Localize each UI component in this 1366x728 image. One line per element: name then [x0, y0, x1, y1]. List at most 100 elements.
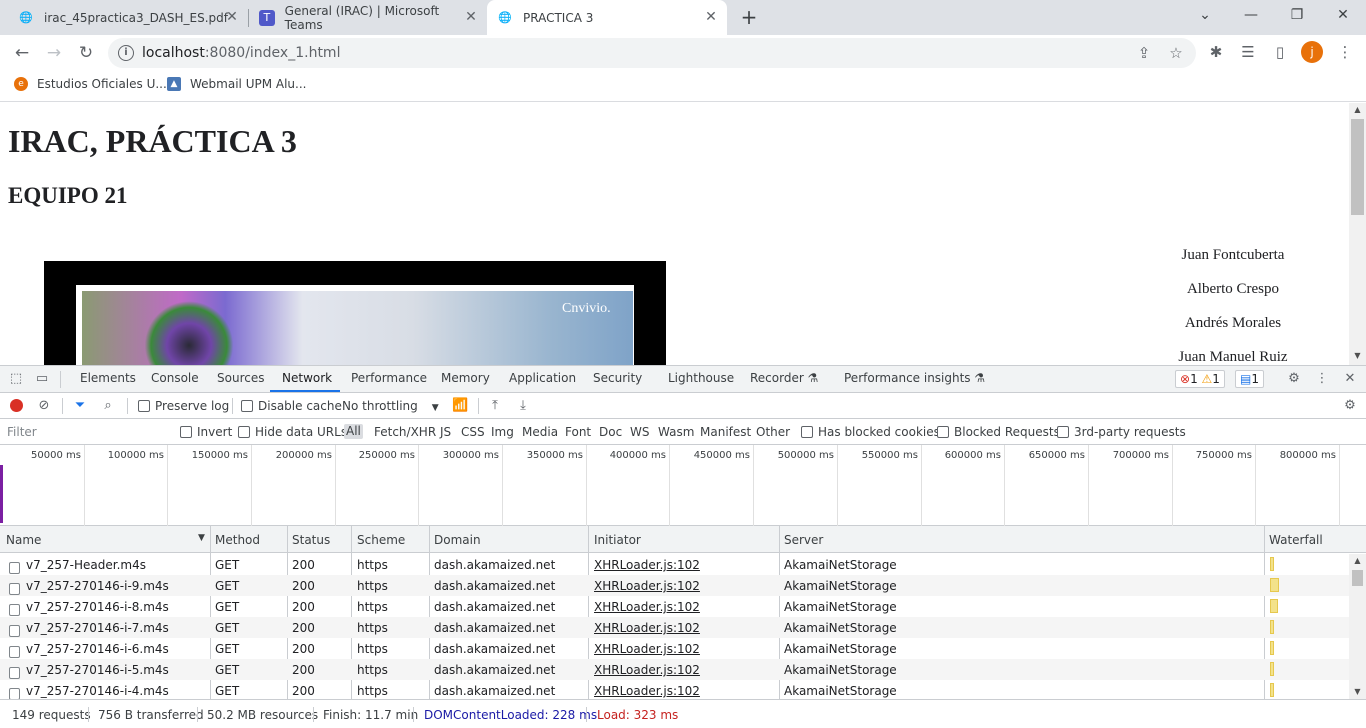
table-row[interactable]: v7_257-270146-i-5.m4s GET 200 https dash.aka…: [0, 659, 1349, 680]
disable-cache-checkbox[interactable]: Disable cache: [241, 399, 342, 413]
scroll-up-icon[interactable]: ▲: [1349, 554, 1366, 568]
scrollbar-thumb[interactable]: [1352, 570, 1363, 586]
column-domain[interactable]: Domain: [434, 533, 481, 547]
browser-tab-teams[interactable]: T General (IRAC) | Microsoft Teams ✕: [249, 0, 487, 35]
cell-initiator[interactable]: XHRLoader.js:102: [594, 600, 700, 614]
column-status[interactable]: Status: [292, 533, 330, 547]
filter-type-font[interactable]: Font: [565, 425, 591, 439]
tab-memory[interactable]: Memory: [441, 371, 490, 385]
tab-application[interactable]: Application: [509, 371, 576, 385]
share-icon[interactable]: ⇪: [1134, 43, 1154, 63]
tab-lighthouse[interactable]: Lighthouse: [668, 371, 734, 385]
filter-type-img[interactable]: Img: [491, 425, 514, 439]
scroll-down-icon[interactable]: ▼: [1349, 685, 1366, 699]
table-row[interactable]: v7_257-270146-i-4.m4s GET 200 https dash.aka…: [0, 680, 1349, 699]
network-settings-gear-icon[interactable]: ⚙: [1342, 398, 1358, 414]
export-har-icon[interactable]: ⤓: [515, 398, 531, 414]
star-icon[interactable]: ☆: [1166, 43, 1186, 63]
clear-icon[interactable]: ⊘: [36, 398, 52, 414]
table-row[interactable]: v7_257-270146-i-7.m4s GET 200 https dash.aka…: [0, 617, 1349, 638]
scroll-up-icon[interactable]: ▲: [1349, 103, 1366, 117]
filter-type-wasm[interactable]: Wasm: [658, 425, 694, 439]
messages-badge[interactable]: ▤1: [1235, 370, 1264, 388]
has-blocked-cookies-checkbox[interactable]: Has blocked cookies: [801, 425, 940, 439]
column-initiator[interactable]: Initiator: [594, 533, 641, 547]
info-icon[interactable]: i: [118, 45, 134, 61]
tab-performance[interactable]: Performance: [351, 371, 427, 385]
filter-icon[interactable]: ⏷: [72, 398, 88, 414]
restore-icon[interactable]: ❐: [1274, 0, 1320, 30]
minimize-icon[interactable]: —: [1228, 0, 1274, 30]
extensions-icon[interactable]: ✱: [1205, 41, 1227, 63]
settings-gear-icon[interactable]: ⚙: [1286, 371, 1302, 387]
third-party-requests-checkbox[interactable]: 3rd-party requests: [1057, 425, 1186, 439]
menu-icon[interactable]: ⋮: [1334, 41, 1356, 63]
more-options-icon[interactable]: ⋮: [1314, 371, 1330, 387]
page-scrollbar[interactable]: ▲ ▼: [1349, 103, 1366, 365]
column-waterfall[interactable]: Waterfall: [1269, 533, 1323, 547]
video-player[interactable]: Cnvivio.: [44, 261, 666, 365]
address-bar[interactable]: i localhost:8080/index_1.html ⇪ ☆: [108, 38, 1196, 68]
close-devtools-icon[interactable]: ✕: [1342, 371, 1358, 387]
network-overview[interactable]: 50000 ms 100000 ms 150000 ms 200000 ms 25000…: [0, 445, 1366, 526]
cell-initiator[interactable]: XHRLoader.js:102: [594, 684, 700, 698]
preserve-log-checkbox[interactable]: Preserve log: [138, 399, 229, 413]
avatar[interactable]: j: [1301, 41, 1323, 63]
reload-icon[interactable]: ↻: [74, 41, 98, 65]
back-icon[interactable]: ←: [10, 41, 34, 65]
table-row[interactable]: v7_257-270146-i-6.m4s GET 200 https dash.aka…: [0, 638, 1349, 659]
filter-type-all[interactable]: All: [344, 424, 363, 439]
side-panel-icon[interactable]: ▯: [1269, 41, 1291, 63]
filter-type-media[interactable]: Media: [522, 425, 558, 439]
network-conditions-icon[interactable]: 📶: [452, 398, 468, 414]
column-method[interactable]: Method: [215, 533, 260, 547]
filter-type-fetch-xhr[interactable]: Fetch/XHR: [374, 425, 436, 439]
sort-desc-icon[interactable]: ▼: [198, 533, 205, 543]
throttling-select[interactable]: No throttling ▼: [342, 399, 439, 413]
device-toggle-icon[interactable]: ▭: [34, 371, 50, 387]
inspect-icon[interactable]: ⬚: [8, 371, 24, 387]
bookmark-webmail[interactable]: ▲ Webmail UPM Alu...: [167, 77, 306, 91]
browser-tab-practica[interactable]: 🌐 PRACTICA 3 ✕: [487, 0, 727, 35]
filter-type-js[interactable]: JS: [440, 425, 451, 439]
scrollbar-thumb[interactable]: [1351, 119, 1364, 215]
chevron-down-icon[interactable]: ⌄: [1182, 0, 1228, 30]
close-icon[interactable]: ✕: [224, 9, 240, 25]
tab-network[interactable]: Network: [282, 371, 332, 385]
table-row[interactable]: v7_257-270146-i-9.m4s GET 200 https dash.aka…: [0, 575, 1349, 596]
tab-security[interactable]: Security: [593, 371, 642, 385]
filter-type-css[interactable]: CSS: [461, 425, 485, 439]
tab-performance-insights[interactable]: Performance insights ⚗: [844, 371, 985, 385]
cell-initiator[interactable]: XHRLoader.js:102: [594, 579, 700, 593]
filter-type-doc[interactable]: Doc: [599, 425, 622, 439]
requests-scrollbar[interactable]: ▲ ▼: [1349, 554, 1366, 699]
close-icon[interactable]: ✕: [703, 9, 719, 25]
cell-initiator[interactable]: XHRLoader.js:102: [594, 663, 700, 677]
browser-tab-pdf[interactable]: 🌐 irac_45practica3_DASH_ES.pdf ✕: [8, 0, 248, 35]
reading-list-icon[interactable]: ☰: [1237, 41, 1259, 63]
cell-initiator[interactable]: XHRLoader.js:102: [594, 621, 700, 635]
column-scheme[interactable]: Scheme: [357, 533, 405, 547]
filter-type-other[interactable]: Other: [756, 425, 790, 439]
url-text[interactable]: localhost:8080/index_1.html: [142, 45, 340, 61]
new-tab-button[interactable]: +: [738, 6, 760, 28]
invert-checkbox[interactable]: Invert: [180, 425, 232, 439]
forward-icon[interactable]: →: [42, 41, 66, 65]
table-row[interactable]: v7_257-Header.m4s GET 200 https dash.akamaiz…: [0, 554, 1349, 575]
record-button[interactable]: [10, 399, 23, 412]
blocked-requests-checkbox[interactable]: Blocked Requests: [937, 425, 1060, 439]
window-close-icon[interactable]: ✕: [1320, 0, 1366, 30]
issues-badge[interactable]: ⊗1 ⚠1: [1175, 370, 1225, 388]
filter-input[interactable]: Filter: [3, 422, 168, 442]
filter-type-ws[interactable]: WS: [630, 425, 649, 439]
tab-recorder[interactable]: Recorder ⚗: [750, 371, 818, 385]
table-row[interactable]: v7_257-270146-i-8.m4s GET 200 https dash.aka…: [0, 596, 1349, 617]
hide-data-urls-checkbox[interactable]: Hide data URLs: [238, 425, 347, 439]
bookmark-estudios[interactable]: e Estudios Oficiales U...: [14, 77, 167, 91]
column-server[interactable]: Server: [784, 533, 823, 547]
tab-console[interactable]: Console: [151, 371, 199, 385]
search-icon[interactable]: ⌕: [100, 398, 116, 414]
scroll-down-icon[interactable]: ▼: [1349, 349, 1366, 363]
tab-sources[interactable]: Sources: [217, 371, 264, 385]
column-name[interactable]: Name: [6, 533, 41, 547]
